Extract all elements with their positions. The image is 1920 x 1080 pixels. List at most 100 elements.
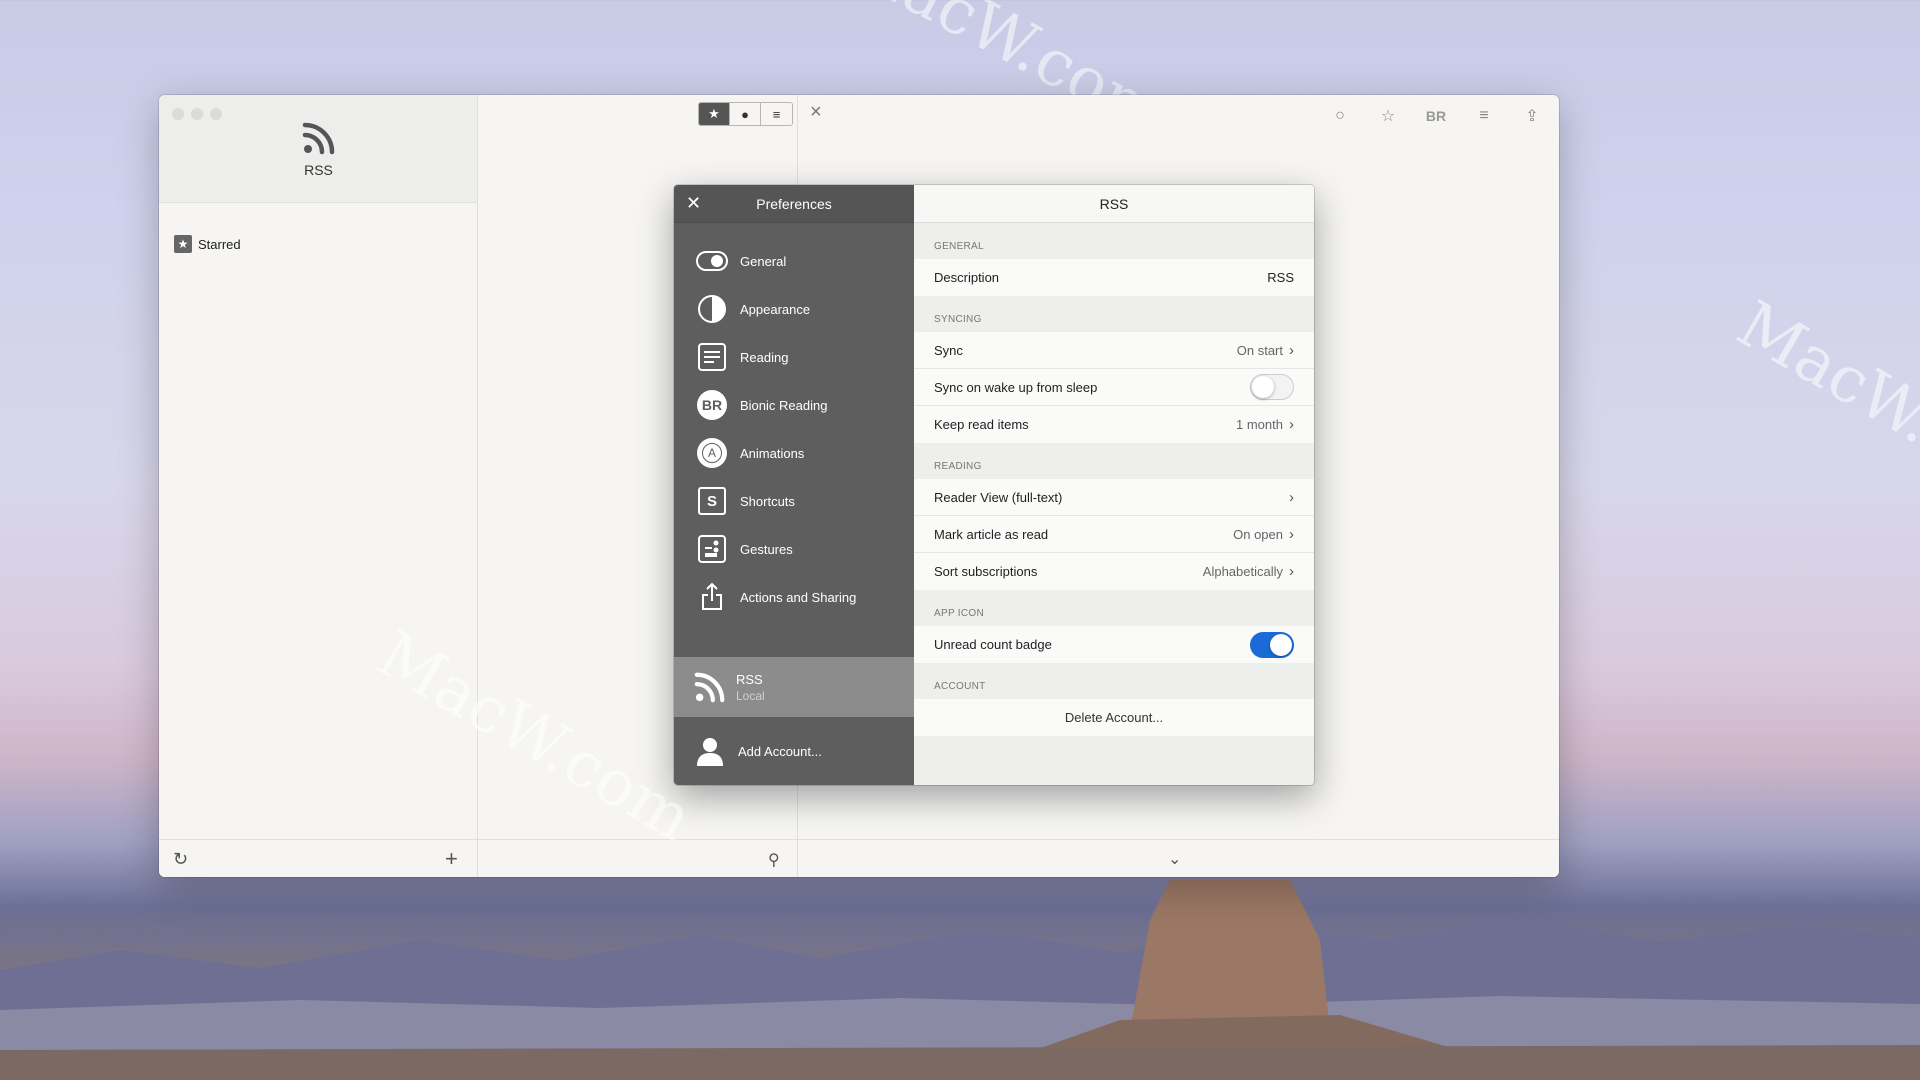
chevron-right-icon: ›: [1289, 488, 1294, 506]
close-window-button[interactable]: [172, 108, 184, 120]
star-outline-icon[interactable]: ☆: [1375, 103, 1401, 129]
shortcuts-icon: S: [696, 485, 728, 517]
list-bottom-bar: ⚲: [478, 839, 797, 877]
row-label: Reader View (full-text): [934, 489, 1063, 505]
filter-unread-icon[interactable]: ●: [730, 103, 761, 125]
account-name: RSS: [736, 671, 763, 687]
account-rss-local[interactable]: RSS Local: [674, 657, 914, 717]
row-label: Sync on wake up from sleep: [934, 379, 1098, 395]
close-icon[interactable]: ×: [810, 101, 822, 124]
delete-account-label: Delete Account...: [1064, 710, 1164, 725]
share-icon: [696, 581, 728, 613]
sidebar: RSS ★ Starred ↻ +: [159, 95, 478, 877]
app-title: RSS: [304, 162, 333, 178]
sync-on-wake-row: Sync on wake up from sleep: [914, 369, 1314, 406]
row-label: Mark article as read: [934, 526, 1049, 542]
unread-badge-toggle[interactable]: [1250, 631, 1294, 658]
sort-value: Alphabetically: [1202, 564, 1283, 579]
row-label: Sync: [934, 342, 963, 358]
row-value: Alphabetically ›: [1203, 563, 1294, 580]
sync-row[interactable]: Sync On start ›: [914, 332, 1314, 369]
nav-shortcuts[interactable]: S Shortcuts: [674, 477, 914, 525]
detail-title: RSS: [914, 185, 1314, 223]
section-reading-label: Reading: [934, 461, 982, 472]
gestures-icon: [696, 533, 728, 565]
filter-all-icon[interactable]: ≡: [761, 103, 792, 125]
preferences-header: ✕ Preferences: [674, 185, 914, 223]
nav-label: Actions and Sharing: [740, 589, 857, 605]
unread-badge-row: Unread count badge: [914, 626, 1314, 663]
nav-gestures[interactable]: Gestures: [674, 525, 914, 573]
share-icon[interactable]: ⇪: [1519, 103, 1545, 129]
sidebar-item-label: Starred: [198, 236, 241, 252]
preferences-nav: General Appearance Reading BR Bionic Rea…: [674, 237, 914, 621]
keep-read-items-value: 1 month: [1236, 417, 1283, 432]
keep-read-items-row[interactable]: Keep read items 1 month ›: [914, 406, 1314, 443]
chevron-down-icon[interactable]: ⌄: [1168, 849, 1181, 869]
section-app-icon-label: App Icon: [934, 608, 985, 619]
nav-label: Shortcuts: [740, 493, 795, 509]
row-value: On start ›: [1237, 342, 1294, 359]
section-general: Description RSS: [914, 259, 1314, 296]
nav-appearance[interactable]: Appearance: [674, 285, 914, 333]
add-account-button[interactable]: Add Account...: [674, 717, 914, 785]
mark-article-read-row[interactable]: Mark article as read On open ›: [914, 516, 1314, 553]
article-toolbar: ○ ☆ BR ≡ ⇪: [1327, 103, 1545, 129]
sync-on-wake-toggle[interactable]: [1250, 374, 1294, 400]
reader-view-row[interactable]: Reader View (full-text) ›: [914, 479, 1314, 516]
section-account: Delete Account...: [914, 699, 1314, 736]
rss-icon: [302, 122, 335, 155]
bionic-reading-button[interactable]: BR: [1423, 103, 1449, 129]
account-type: Local: [736, 688, 765, 703]
sidebar-header: RSS: [159, 95, 477, 203]
add-icon[interactable]: +: [445, 846, 458, 872]
sort-subscriptions-row[interactable]: Sort subscriptions Alphabetically ›: [914, 553, 1314, 590]
window-controls: [172, 108, 222, 120]
contrast-icon: [696, 293, 728, 325]
desktop-wallpaper: [0, 880, 1920, 1080]
chevron-right-icon: ›: [1289, 525, 1294, 543]
sidebar-item-starred[interactable]: ★ Starred: [174, 235, 241, 253]
nav-label: Appearance: [740, 301, 811, 317]
minimize-window-button[interactable]: [191, 108, 203, 120]
close-preferences-icon[interactable]: ✕: [686, 193, 701, 214]
nav-bionic-reading[interactable]: BR Bionic Reading: [674, 381, 914, 429]
nav-animations[interactable]: A Animations: [674, 429, 914, 477]
search-icon[interactable]: ⚲: [768, 850, 780, 870]
star-icon: ★: [174, 235, 192, 253]
preferences-title: Preferences: [756, 195, 832, 212]
row-label: Unread count badge: [934, 637, 1052, 652]
reading-icon: [696, 341, 728, 373]
row-label: Sort subscriptions: [934, 564, 1038, 579]
account-text: RSS Local: [736, 672, 765, 703]
zoom-window-button[interactable]: [210, 108, 222, 120]
nav-label: General: [740, 253, 787, 269]
preferences-detail: RSS General Description RSS Syncing Sync…: [914, 185, 1314, 785]
toggle-icon: [696, 245, 728, 277]
text-lines-icon[interactable]: ≡: [1471, 103, 1497, 129]
sync-value: On start: [1236, 342, 1283, 358]
nav-reading[interactable]: Reading: [674, 333, 914, 381]
mark-unread-circle-icon[interactable]: ○: [1327, 103, 1353, 129]
filter-starred-icon[interactable]: ★: [699, 103, 730, 125]
chevron-right-icon: ›: [1289, 563, 1294, 580]
bionic-reading-icon: BR: [696, 389, 728, 421]
nav-label: Animations: [740, 445, 805, 461]
nav-label: Bionic Reading: [740, 397, 828, 413]
section-syncing: Sync On start › Sync on wake up from sle…: [914, 332, 1314, 443]
animations-icon: A: [696, 437, 728, 469]
preferences-sidebar: ✕ Preferences General Appearance Reading…: [674, 185, 914, 785]
section-account-label: Account: [934, 681, 986, 692]
nav-actions-and-sharing[interactable]: Actions and Sharing: [674, 573, 914, 621]
section-syncing-label: Syncing: [934, 314, 982, 325]
person-icon: [694, 735, 726, 767]
description-value: RSS: [1267, 270, 1294, 285]
refresh-icon[interactable]: ↻: [173, 849, 188, 870]
delete-account-button[interactable]: Delete Account...: [914, 699, 1314, 736]
description-row[interactable]: Description RSS: [914, 259, 1314, 296]
nav-general[interactable]: General: [674, 237, 914, 285]
row-label: Description: [934, 270, 1000, 285]
list-filter-segmented-control: ★ ● ≡: [698, 102, 793, 126]
article-bottom-bar: ⌄: [798, 839, 1559, 877]
nav-label: Reading: [740, 349, 789, 365]
